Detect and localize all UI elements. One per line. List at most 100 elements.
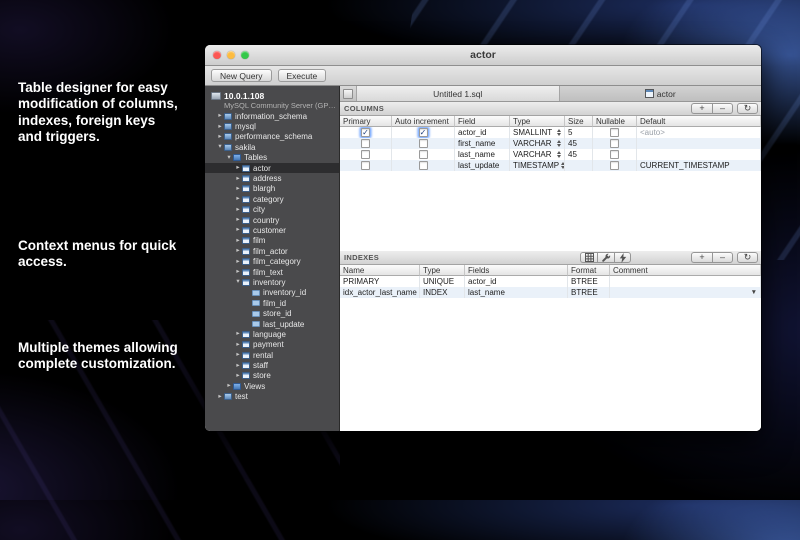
column-header-auto-increment[interactable]: Auto increment <box>392 116 455 127</box>
index-grid-view-button[interactable] <box>580 252 597 263</box>
sidebar-item-store[interactable]: ▸store <box>205 371 339 381</box>
index-type-cell[interactable]: UNIQUE <box>420 276 465 287</box>
type-cell[interactable]: TIMESTAMP <box>510 160 565 171</box>
sidebar-item-film_id[interactable]: film_id <box>205 298 339 308</box>
sidebar-item-mysql[interactable]: ▸mysql <box>205 121 339 131</box>
index-type-cell[interactable]: INDEX <box>420 287 465 298</box>
sidebar-host[interactable]: 10.0.1.108 <box>205 90 339 101</box>
close-button[interactable] <box>213 51 221 59</box>
sidebar-item-performance_schema[interactable]: ▸performance_schema <box>205 132 339 142</box>
primary-checkbox[interactable] <box>361 139 370 148</box>
type-stepper[interactable] <box>555 129 561 136</box>
auto-increment-checkbox[interactable] <box>419 161 428 170</box>
column-header-primary[interactable]: Primary <box>340 116 392 127</box>
sidebar-item-film_category[interactable]: ▸film_category <box>205 256 339 266</box>
expand-icon[interactable]: ▸ <box>234 236 242 246</box>
index-comment-cell[interactable] <box>610 276 761 287</box>
nullable-checkbox[interactable] <box>610 161 619 170</box>
dropdown-arrow-icon[interactable]: ▼ <box>751 289 757 296</box>
column-header-nullable[interactable]: Nullable <box>593 116 637 127</box>
columns-row-last_name[interactable]: last_nameVARCHAR45 <box>340 149 761 160</box>
index-tools-button[interactable] <box>597 252 614 263</box>
sidebar-item-store_id[interactable]: store_id <box>205 308 339 318</box>
expand-icon[interactable]: ▸ <box>216 122 224 132</box>
index-fields-cell[interactable]: last_name <box>465 287 568 298</box>
auto-increment-checkbox[interactable]: ✓ <box>419 128 428 137</box>
sidebar-item-views[interactable]: ▸Views <box>205 381 339 391</box>
sidebar-item-rental[interactable]: ▸rental <box>205 350 339 360</box>
expand-icon[interactable]: ▸ <box>234 205 242 215</box>
default-cell[interactable] <box>637 138 761 149</box>
index-header-type[interactable]: Type <box>420 265 465 276</box>
index-fields-cell[interactable]: actor_id <box>465 276 568 287</box>
index-header-comment[interactable]: Comment <box>610 265 761 276</box>
sidebar-item-test[interactable]: ▸test <box>205 392 339 402</box>
tab-bar-icon-cell[interactable] <box>340 86 357 101</box>
column-header-field[interactable]: Field <box>455 116 510 127</box>
index-format-cell[interactable]: BTREE <box>568 287 610 298</box>
collapse-icon[interactable]: ▾ <box>216 142 224 152</box>
index-format-cell[interactable]: BTREE <box>568 276 610 287</box>
expand-icon[interactable]: ▸ <box>234 329 242 339</box>
nullable-checkbox[interactable] <box>610 139 619 148</box>
expand-icon[interactable]: ▸ <box>234 215 242 225</box>
auto-increment-checkbox[interactable] <box>419 150 428 159</box>
index-comment-cell[interactable]: ▼ <box>610 287 761 298</box>
new-query-button[interactable]: New Query <box>211 69 272 82</box>
type-stepper[interactable] <box>555 140 561 147</box>
field-cell[interactable]: last_update <box>455 160 510 171</box>
primary-checkbox[interactable] <box>361 150 370 159</box>
expand-icon[interactable]: ▸ <box>216 132 224 142</box>
sidebar-item-inventory_id[interactable]: inventory_id <box>205 288 339 298</box>
expand-icon[interactable]: ▸ <box>234 361 242 371</box>
execute-button[interactable]: Execute <box>278 69 327 82</box>
auto-increment-checkbox[interactable] <box>419 139 428 148</box>
sidebar-item-customer[interactable]: ▸customer <box>205 225 339 235</box>
columns-row-first_name[interactable]: first_nameVARCHAR45 <box>340 138 761 149</box>
sidebar-item-tables[interactable]: ▾Tables <box>205 153 339 163</box>
field-cell[interactable]: last_name <box>455 149 510 160</box>
default-cell[interactable]: CURRENT_TIMESTAMP <box>637 160 761 171</box>
sidebar-item-last_update[interactable]: last_update <box>205 319 339 329</box>
column-header-size[interactable]: Size <box>565 116 593 127</box>
index-name-cell[interactable]: idx_actor_last_name <box>340 287 420 298</box>
sidebar-item-film[interactable]: ▸film <box>205 236 339 246</box>
expand-icon[interactable]: ▸ <box>225 381 233 391</box>
expand-icon[interactable]: ▸ <box>216 392 224 402</box>
minimize-button[interactable] <box>227 51 235 59</box>
expand-icon[interactable]: ▸ <box>234 194 242 204</box>
refresh-columns-button[interactable]: ↻ <box>737 103 758 114</box>
sidebar-item-actor[interactable]: ▸actor <box>205 163 339 173</box>
remove-column-button[interactable]: – <box>712 103 733 114</box>
size-cell[interactable]: 45 <box>565 138 593 149</box>
sidebar-item-film_actor[interactable]: ▸film_actor <box>205 246 339 256</box>
expand-icon[interactable]: ▸ <box>234 371 242 381</box>
sidebar-item-language[interactable]: ▸language <box>205 329 339 339</box>
sidebar-item-inventory[interactable]: ▾inventory <box>205 277 339 287</box>
sidebar-item-city[interactable]: ▸city <box>205 205 339 215</box>
field-cell[interactable]: first_name <box>455 138 510 149</box>
sidebar-item-payment[interactable]: ▸payment <box>205 340 339 350</box>
expand-icon[interactable]: ▸ <box>216 111 224 121</box>
size-cell[interactable]: 45 <box>565 149 593 160</box>
expand-icon[interactable]: ▸ <box>234 225 242 235</box>
expand-icon[interactable]: ▸ <box>234 350 242 360</box>
expand-icon[interactable]: ▸ <box>234 174 242 184</box>
index-actions-button[interactable] <box>614 252 631 263</box>
columns-row-actor_id[interactable]: ✓✓actor_idSMALLINT5<auto> <box>340 127 761 138</box>
title-bar[interactable]: actor <box>205 45 761 66</box>
collapse-icon[interactable]: ▾ <box>225 153 233 163</box>
primary-checkbox[interactable] <box>361 161 370 170</box>
column-header-default[interactable]: Default <box>637 116 761 127</box>
default-cell[interactable]: <auto> <box>637 127 761 138</box>
type-stepper[interactable] <box>555 151 561 158</box>
tab-untitled-1-sql[interactable]: Untitled 1.sql <box>357 86 560 101</box>
size-cell[interactable]: 5 <box>565 127 593 138</box>
expand-icon[interactable]: ▸ <box>234 163 242 173</box>
index-header-format[interactable]: Format <box>568 265 610 276</box>
index-name-cell[interactable]: PRIMARY <box>340 276 420 287</box>
sidebar-item-film_text[interactable]: ▸film_text <box>205 267 339 277</box>
collapse-icon[interactable]: ▾ <box>234 277 242 287</box>
sidebar-item-address[interactable]: ▸address <box>205 173 339 183</box>
expand-icon[interactable]: ▸ <box>234 267 242 277</box>
